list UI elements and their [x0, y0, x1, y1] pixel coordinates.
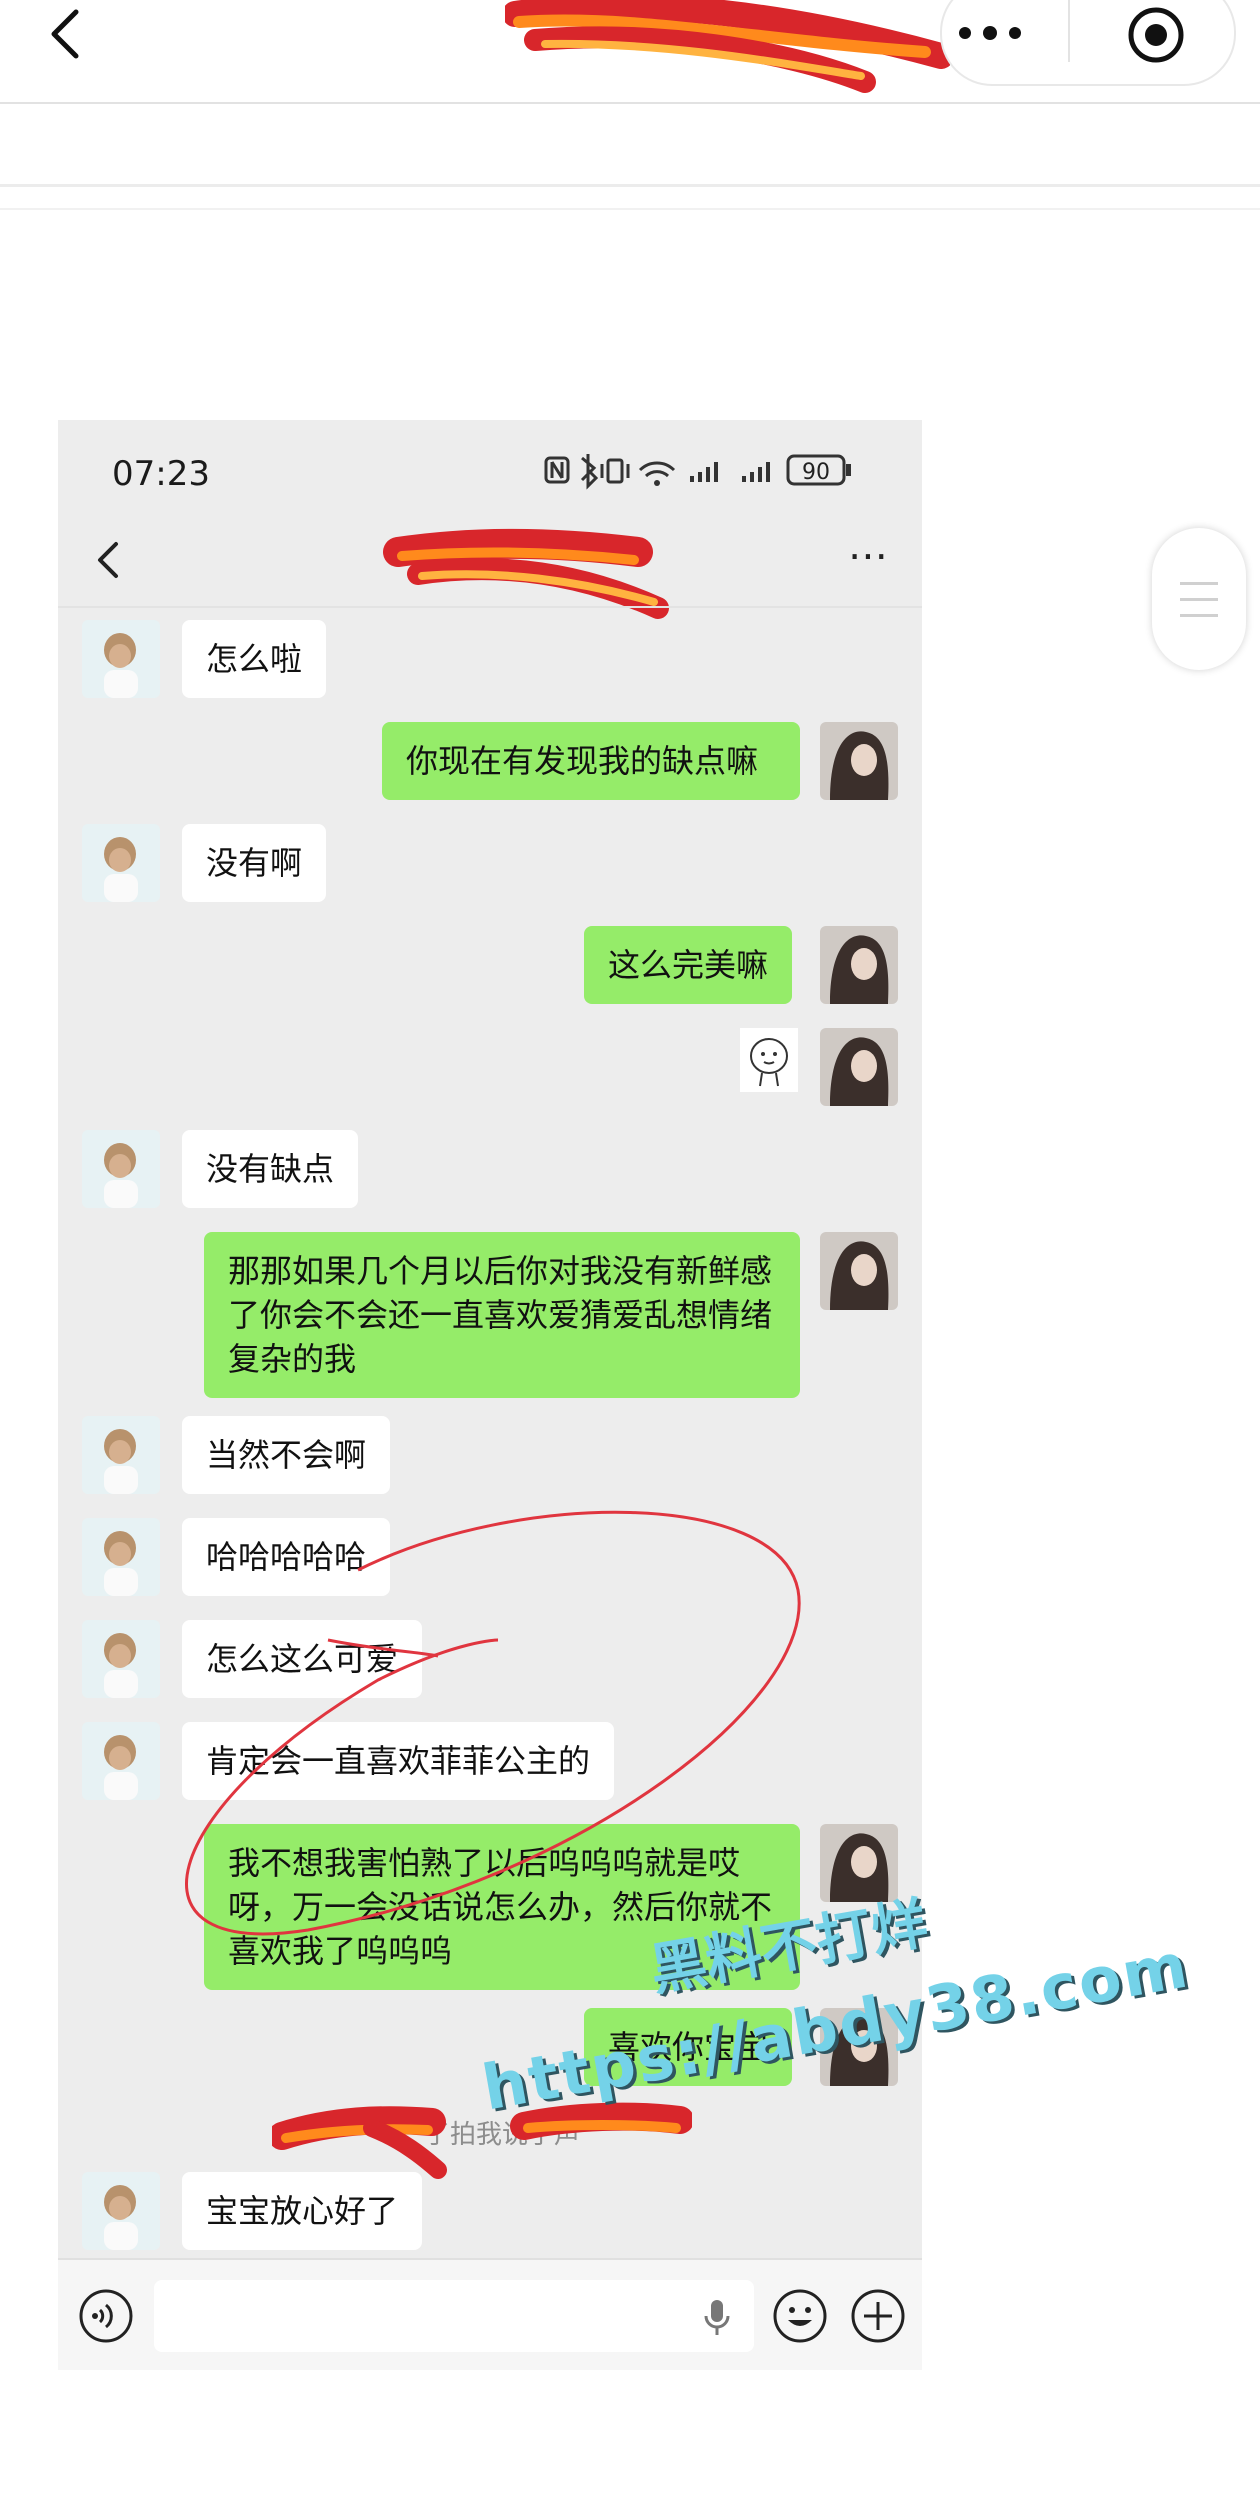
back-icon[interactable]: [38, 4, 98, 64]
avatar[interactable]: [82, 824, 160, 902]
message-bubble-in[interactable]: 没有啊: [182, 824, 327, 902]
message-bubble-in[interactable]: 当然不会啊: [182, 1416, 391, 1494]
avatar[interactable]: [820, 1028, 898, 1106]
status-icons: 90: [544, 454, 851, 490]
message-bubble-in[interactable]: 没有缺点: [182, 1130, 359, 1208]
message-bubble-out[interactable]: 你现在有发现我的缺点嘛: [382, 722, 800, 800]
divider: [0, 208, 1260, 210]
avatar[interactable]: [820, 1232, 898, 1310]
mic-icon[interactable]: [702, 2298, 732, 2338]
message-bubble-in[interactable]: 肯定会一直喜欢菲菲公主的: [182, 1722, 615, 1800]
message-bubble-in[interactable]: 怎么啦: [182, 620, 327, 698]
status-time: 07:23: [112, 454, 210, 494]
avatar[interactable]: [82, 1416, 160, 1494]
sticker[interactable]: [740, 1028, 798, 1092]
message-bubble-in[interactable]: 哈哈哈哈哈: [182, 1518, 391, 1596]
message-input[interactable]: [154, 2280, 754, 2352]
message-bubble-out[interactable]: 那那如果几个月以后你对我没有新鲜感了你会不会还一直喜欢爱猜爱乱想情绪复杂的我: [204, 1232, 800, 1398]
floating-menu-button[interactable]: [1152, 528, 1246, 670]
capsule-divider: [1068, 0, 1070, 62]
message-bubble-in[interactable]: 宝宝放心好了: [182, 2172, 423, 2250]
avatar[interactable]: [820, 722, 898, 800]
message-bubble-in[interactable]: 怎么这么可爱: [182, 1620, 423, 1698]
chat-more-icon[interactable]: ⋯: [848, 536, 890, 576]
target-icon[interactable]: [1125, 4, 1187, 66]
chat-input-bar: [58, 2258, 922, 2370]
chat-header-divider: [58, 606, 922, 608]
avatar[interactable]: [82, 1620, 160, 1698]
browser-sub-bar: [0, 104, 1260, 187]
voice-icon[interactable]: [78, 2288, 134, 2344]
message-bubble-out[interactable]: 这么完美嘛: [584, 926, 793, 1004]
avatar[interactable]: [82, 1722, 160, 1800]
avatar[interactable]: [820, 926, 898, 1004]
add-icon[interactable]: [850, 2288, 906, 2344]
more-icon[interactable]: [955, 18, 1025, 48]
avatar[interactable]: [82, 1518, 160, 1596]
avatar[interactable]: [82, 1130, 160, 1208]
avatar[interactable]: [82, 620, 160, 698]
avatar[interactable]: [82, 2172, 160, 2250]
battery-level: 90: [802, 460, 830, 485]
chat-back-icon[interactable]: [92, 538, 122, 582]
emoji-icon[interactable]: [772, 2288, 828, 2344]
